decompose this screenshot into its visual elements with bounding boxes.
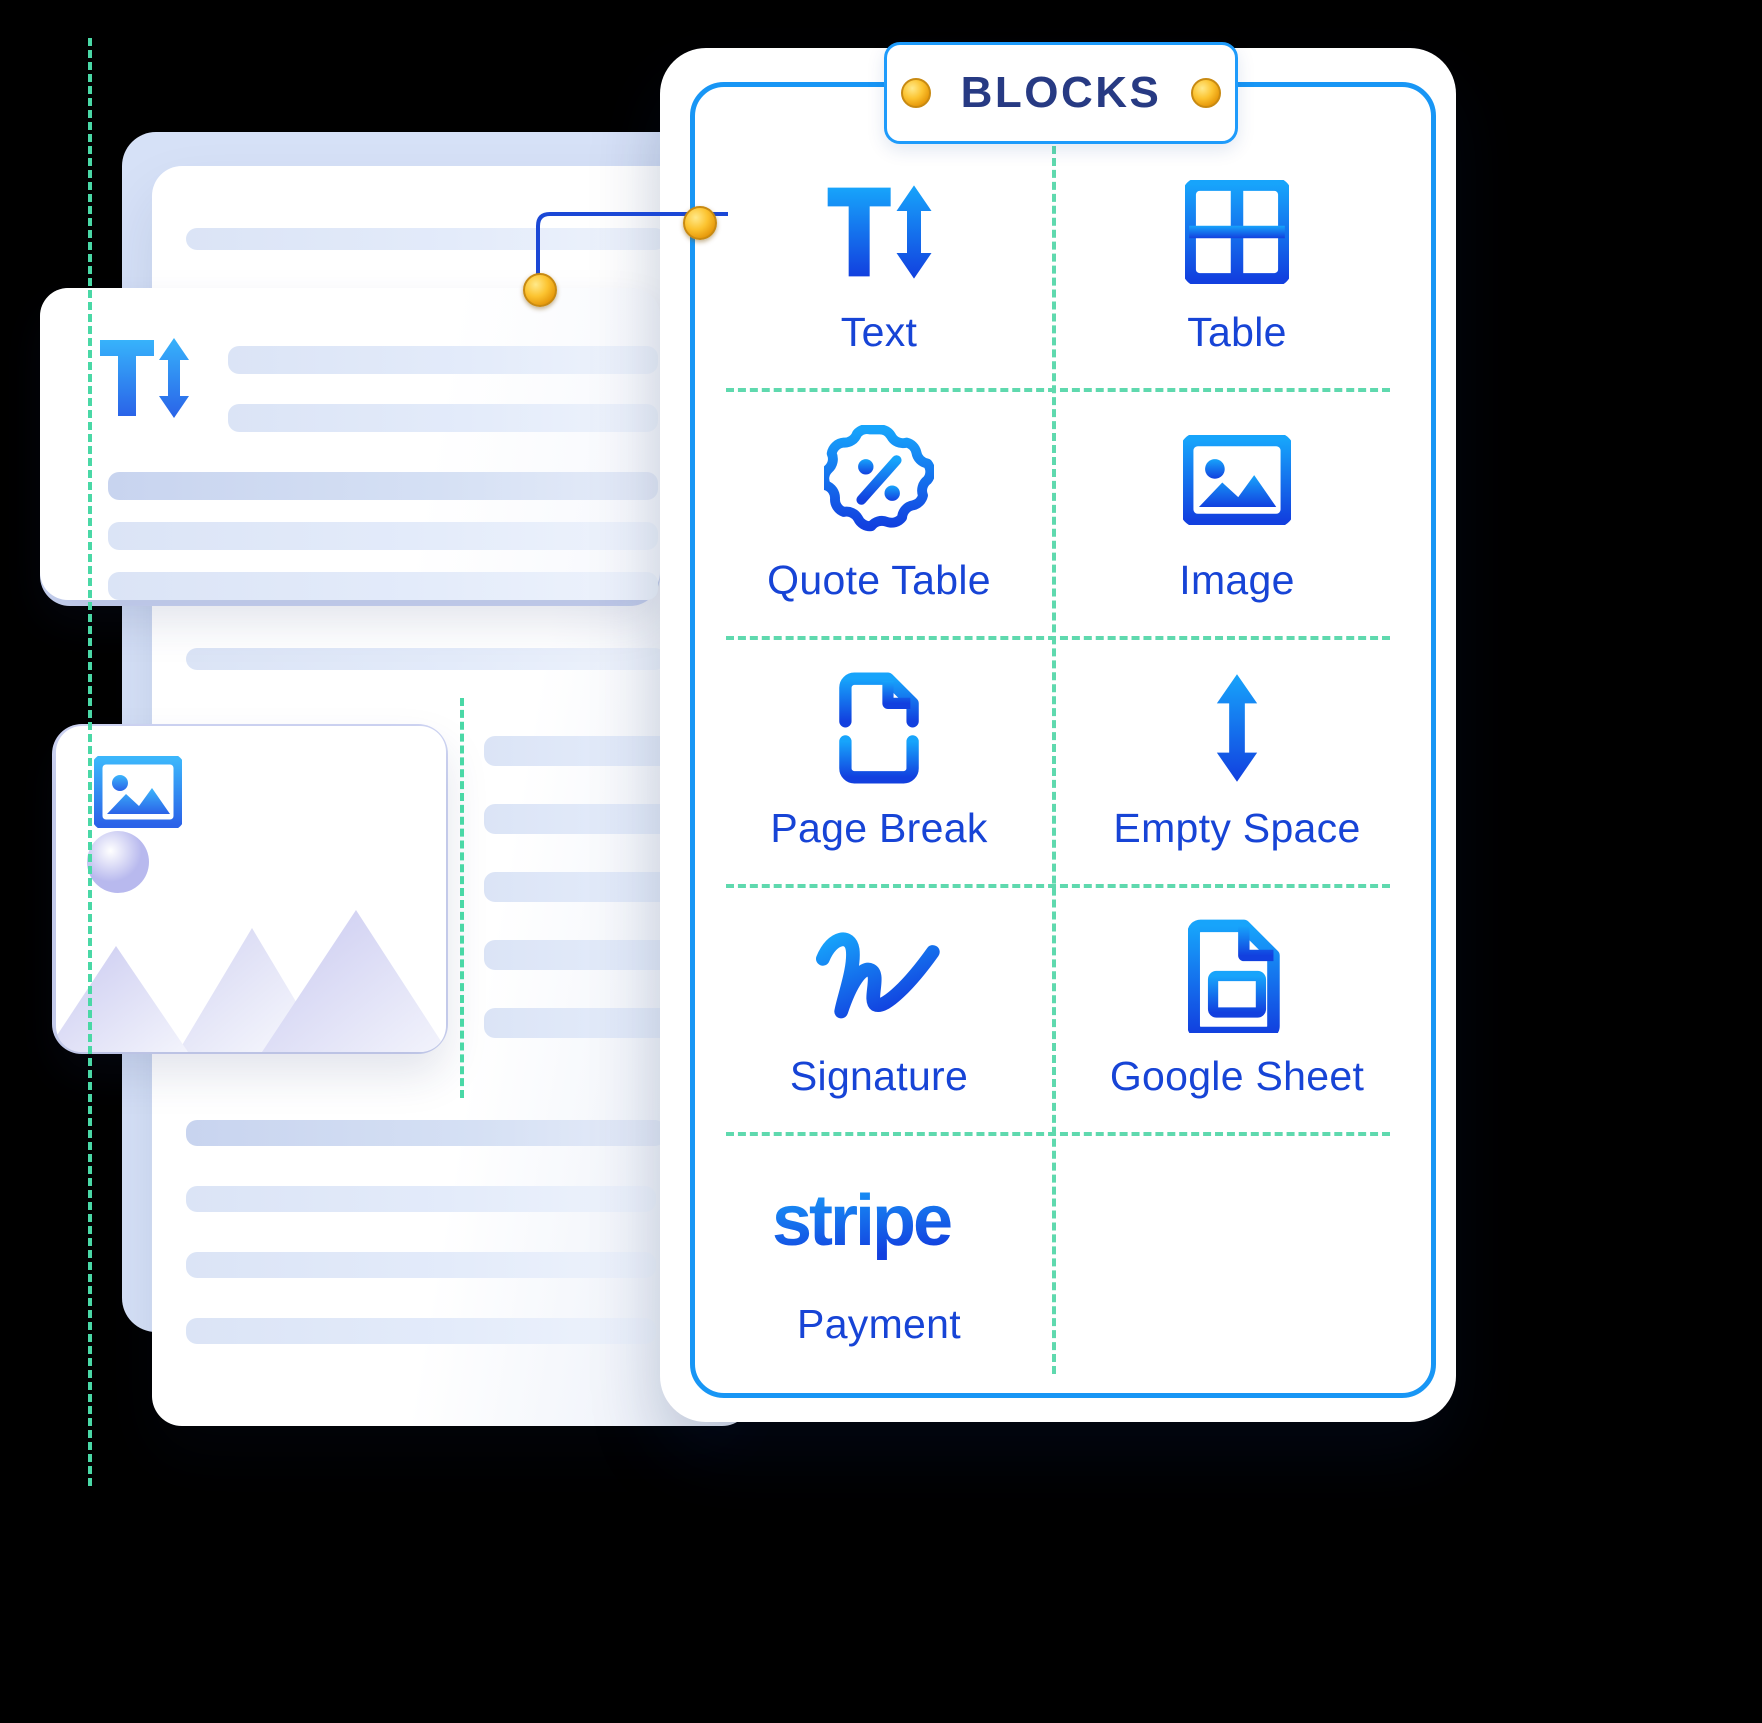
image-placeholder-icon	[94, 756, 182, 828]
svg-text:stripe: stripe	[772, 1181, 951, 1261]
skeleton-line	[186, 1120, 666, 1146]
skeleton-line	[186, 1318, 656, 1344]
discount-badge-icon	[824, 421, 934, 539]
guide-line-left	[88, 38, 92, 1486]
google-sheet-icon	[1188, 917, 1286, 1035]
block-item-google-sheet[interactable]: Google Sheet	[1058, 884, 1416, 1132]
badge-dot-left-icon	[900, 78, 931, 108]
block-item-payment[interactable]: stripe Payment	[700, 1132, 1058, 1380]
text-block-card[interactable]	[40, 288, 660, 600]
guide-line-middle	[460, 698, 464, 1098]
block-item-page-break[interactable]: Page Break	[700, 636, 1058, 884]
connector-dot-panel[interactable]	[683, 206, 717, 240]
signature-scribble-icon	[816, 917, 942, 1035]
block-label: Page Break	[770, 804, 988, 851]
table-grid-icon	[1185, 173, 1289, 291]
badge-dot-right-icon	[1191, 78, 1222, 108]
block-item-empty-space[interactable]: Empty Space	[1058, 636, 1416, 884]
page-break-icon	[827, 669, 931, 787]
blocks-title: BLOCKS	[960, 68, 1162, 117]
skeleton-line	[108, 472, 658, 500]
block-label: Quote Table	[767, 556, 991, 603]
block-label: Payment	[797, 1300, 961, 1347]
block-label: Empty Space	[1113, 804, 1361, 851]
skeleton-line	[186, 648, 666, 670]
block-label: Text	[840, 308, 918, 355]
skeleton-line	[228, 346, 658, 374]
stripe-logo-icon: stripe	[772, 1165, 986, 1283]
text-resize-icon	[96, 336, 192, 420]
text-resize-icon	[823, 173, 935, 291]
block-item-signature[interactable]: Signature	[700, 884, 1058, 1132]
skeleton-line	[186, 1252, 656, 1278]
skeleton-line	[108, 522, 658, 550]
block-label: Image	[1179, 556, 1295, 603]
connector-dot-document[interactable]	[523, 273, 557, 307]
block-item-table[interactable]: Table	[1058, 140, 1416, 388]
blocks-grid: Text Table Quote Table Image Page Break …	[700, 140, 1416, 1380]
block-item-quote-table[interactable]: Quote Table	[700, 388, 1058, 636]
skeleton-line	[186, 1186, 656, 1212]
block-item-text[interactable]: Text	[700, 140, 1058, 388]
image-preview-scene	[56, 820, 446, 1052]
block-label: Signature	[789, 1052, 969, 1099]
blocks-badge: BLOCKS	[884, 42, 1238, 144]
image-placeholder-icon	[1183, 421, 1291, 539]
skeleton-line	[108, 572, 658, 600]
block-item-image[interactable]: Image	[1058, 388, 1416, 636]
block-label: Google Sheet	[1109, 1052, 1365, 1099]
block-label: Table	[1187, 308, 1287, 355]
skeleton-line	[228, 404, 658, 432]
vertical-arrows-icon	[1205, 669, 1269, 787]
